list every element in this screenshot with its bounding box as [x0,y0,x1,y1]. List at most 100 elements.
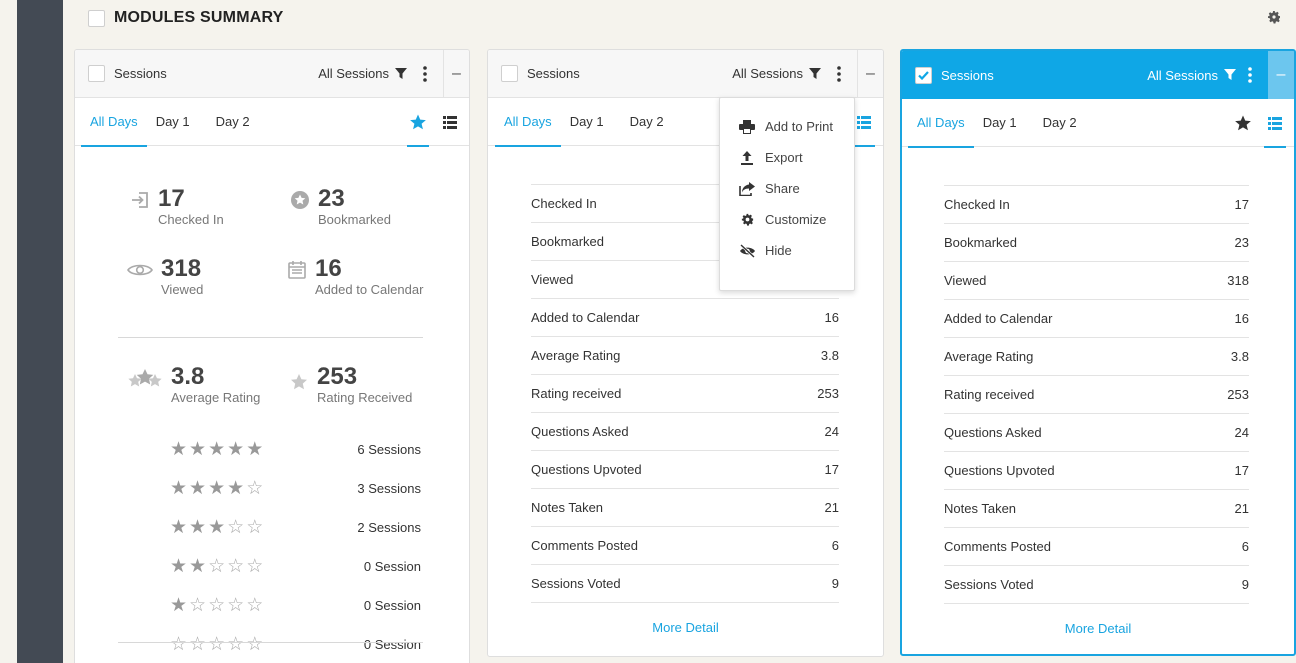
table-row: Average Rating 3.8 [531,337,839,375]
row-label: Added to Calendar [944,311,1053,326]
tab-day-1[interactable]: Day 1 [147,98,199,146]
empty-star-icon: ☆ [189,634,207,655]
day-tabs: All Days Day 1 Day 2 [75,98,469,147]
row-label: Checked In [531,196,597,211]
kebab-menu-icon[interactable] [829,64,849,84]
row-label: Average Rating [531,348,621,363]
row-label: Questions Asked [944,425,1042,440]
rating-stars-row: ★ ★ ★ ★ ★ [170,440,263,460]
menu-item-customize[interactable]: Customize [720,204,854,235]
tab-day-2[interactable]: Day 2 [1034,99,1086,147]
print-icon [739,119,755,134]
tab-day-1[interactable]: Day 1 [561,98,613,146]
star-icon [291,374,307,390]
empty-star-icon: ☆ [170,634,188,655]
menu-item-export[interactable]: Export [720,142,854,173]
select-all-checkbox[interactable] [88,9,105,27]
filter-icon[interactable] [395,67,407,80]
tab-all-days[interactable]: All Days [908,99,974,148]
left-sidebar [17,0,63,663]
kebab-menu-icon[interactable] [415,64,435,84]
table-row: Rating received 253 [531,375,839,413]
stat-average-rating: 3.8 Average Rating [127,364,260,406]
menu-item-share[interactable]: Share [720,173,854,204]
tab-day-2[interactable]: Day 2 [621,98,673,146]
row-value: 16 [824,310,839,325]
filter-icon[interactable] [1224,69,1236,81]
star-view-icon[interactable] [1232,99,1254,147]
row-label: Added to Calendar [531,310,640,325]
session-count-label: 0 Session [363,559,421,574]
row-label: Questions Asked [531,424,629,439]
more-detail-link[interactable]: More Detail [488,620,883,635]
more-detail-link[interactable]: More Detail [902,621,1294,636]
card-checkbox-checked[interactable] [915,66,932,84]
filled-star-icon: ★ [208,439,226,460]
list-view-icon[interactable] [1264,99,1286,148]
row-label: Viewed [944,273,987,288]
tab-day-2[interactable]: Day 2 [207,98,259,146]
menu-item-hide[interactable]: Hide [720,235,854,266]
card-options-menu: Add to Print Export Share Customize Hide [719,97,855,291]
session-count-label: 0 Session [363,637,421,652]
rating-stars-row: ★ ★ ★ ★ ☆ [170,479,263,499]
tab-all-days[interactable]: All Days [495,98,561,147]
row-label: Bookmarked [944,235,1017,250]
menu-item-label: Add to Print [765,119,833,134]
stat-rating-received: 253 Rating Received [289,364,412,406]
card-checkbox[interactable] [88,65,105,82]
filled-star-icon: ★ [170,517,188,538]
row-label: Notes Taken [944,501,1017,516]
filled-star-icon: ★ [170,478,188,499]
table-row: Questions Asked 24 [944,414,1249,452]
table-row: Viewed 318 [944,262,1249,300]
empty-star-icon: ☆ [246,634,264,655]
card-title: Sessions [941,67,994,83]
checked-in-label: Checked In [158,212,224,227]
filled-star-icon: ★ [189,439,207,460]
menu-item-label: Export [765,150,803,165]
row-value: 253 [817,386,839,401]
row-value: 17 [1234,463,1249,478]
star-view-icon[interactable] [407,98,429,147]
day-tabs: All Days Day 1 Day 2 [902,99,1294,148]
average-rating-value: 3.8 [171,363,205,390]
settings-gear-icon[interactable] [1266,9,1282,25]
check-in-icon [132,192,148,208]
empty-star-icon: ☆ [246,478,264,499]
eye-slash-icon [739,243,755,258]
row-value: 24 [824,424,839,439]
row-value: 6 [831,538,839,553]
row-value: 253 [1227,387,1249,402]
card-header: Sessions All Sessions – [488,50,883,98]
tab-all-days[interactable]: All Days [81,98,147,147]
list-view-icon[interactable] [853,98,875,147]
card-checkbox[interactable] [501,65,518,82]
filter-label[interactable]: All Sessions [732,66,803,81]
tab-day-1[interactable]: Day 1 [974,99,1026,147]
filter-label[interactable]: All Sessions [1147,68,1218,83]
filter-label[interactable]: All Sessions [318,66,389,81]
row-value: 17 [1234,197,1249,212]
filled-star-icon: ★ [189,478,207,499]
table-row: Bookmarked 23 [944,224,1249,262]
section-divider [118,337,423,338]
row-value: 21 [824,500,839,515]
stat-bookmarked: 23 Bookmarked [290,186,391,228]
row-label: Rating received [531,386,622,401]
kebab-menu-icon[interactable] [1240,65,1260,85]
menu-item-add-to-print[interactable]: Add to Print [720,111,854,142]
collapse-button[interactable]: – [1268,51,1294,99]
section-divider-bottom [118,642,423,643]
collapse-button[interactable]: – [443,50,469,98]
filter-icon[interactable] [809,67,821,80]
filled-star-icon: ★ [227,439,245,460]
sessions-summary-card: Sessions All Sessions – All Days Day 1 D… [74,49,470,663]
collapse-button[interactable]: – [857,50,883,98]
rating-stars-icon [128,369,162,387]
list-view-icon[interactable] [439,98,461,146]
filled-star-icon: ★ [189,556,207,577]
table-row: Notes Taken 21 [944,490,1249,528]
bookmarked-value: 23 [318,185,345,212]
stat-added-to-calendar: 16 Added to Calendar [287,256,423,298]
